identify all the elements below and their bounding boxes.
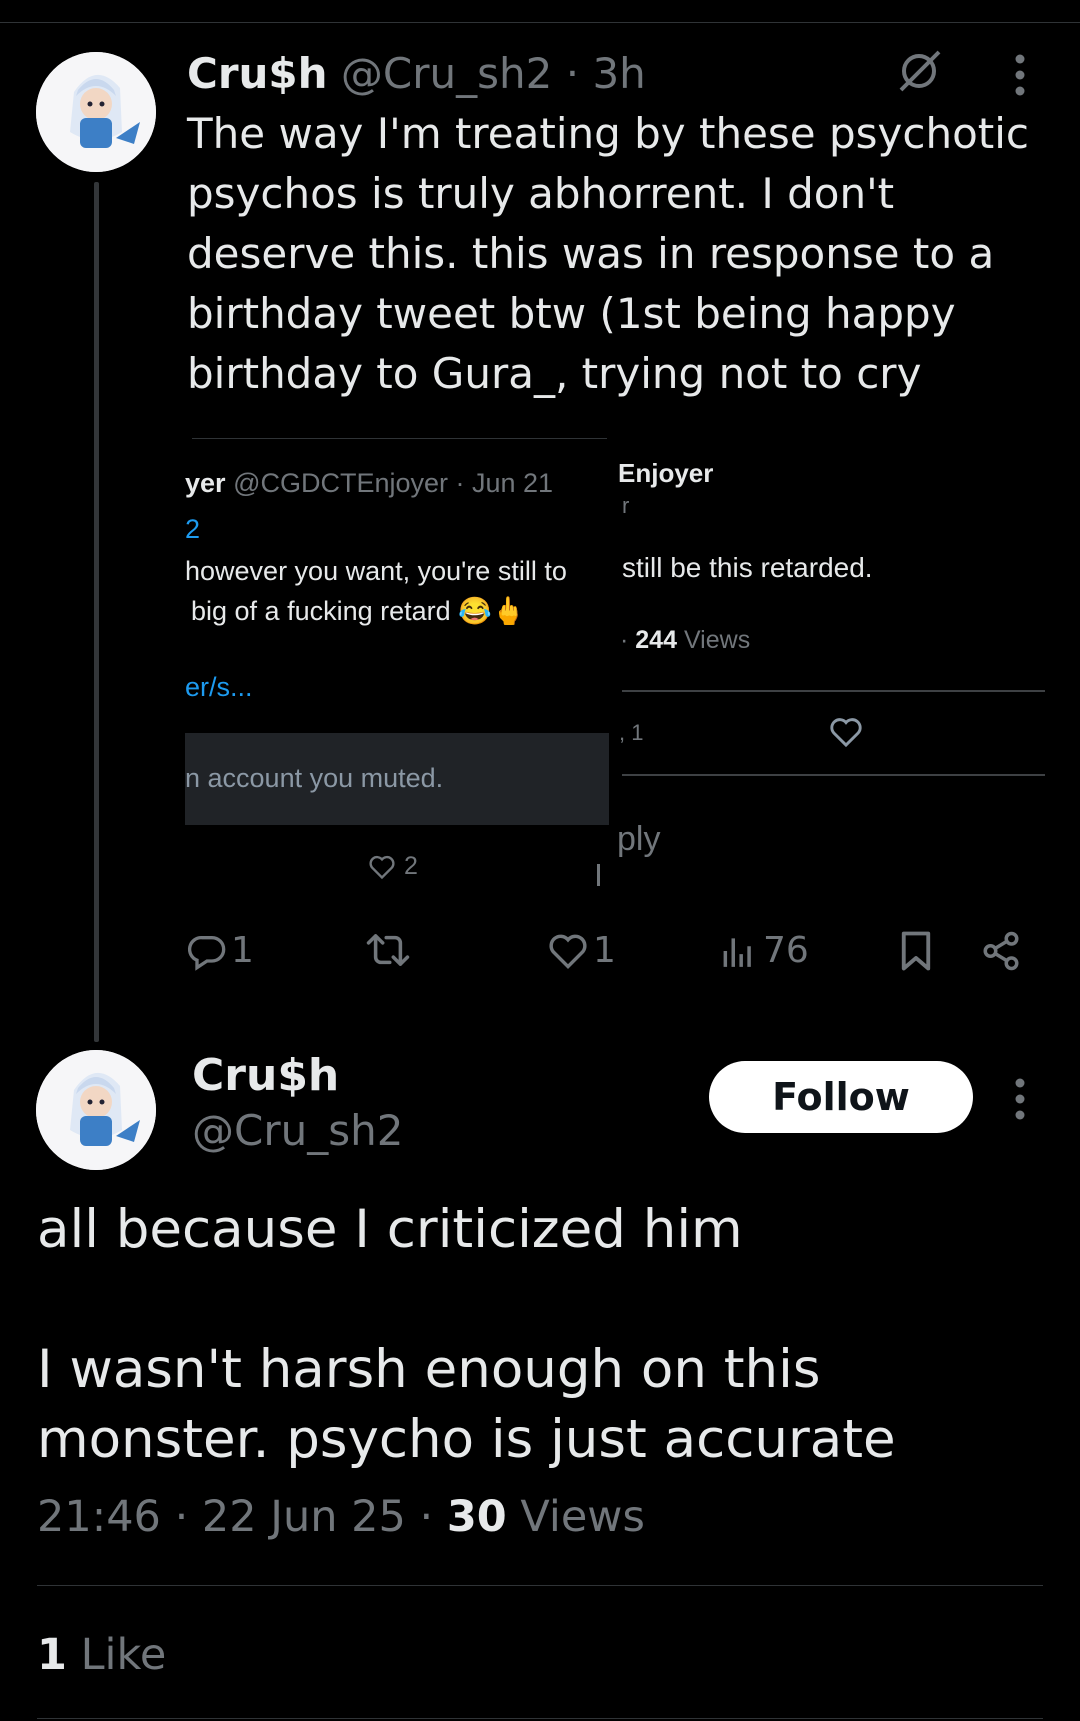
top-divider <box>0 22 1080 23</box>
embedded-name-right: Enjoyer <box>618 458 714 488</box>
divider <box>37 1718 1043 1719</box>
embedded-divider-1 <box>622 690 1045 692</box>
avatar-image <box>36 52 156 172</box>
avatar[interactable] <box>36 1050 156 1170</box>
tweet-actions: 1 1 76 <box>187 930 1047 990</box>
views-count-right: 244 <box>635 626 677 654</box>
views-count: 30 <box>446 1492 507 1542</box>
tweet-text: The way I'm treating by these psychotic … <box>187 109 1030 398</box>
embedded-like: 2 <box>368 852 418 881</box>
embedded-divider-2 <box>622 774 1045 776</box>
views-button[interactable]: 76 <box>719 930 809 971</box>
embedded-text-right: still be this retarded. <box>622 552 873 583</box>
more-options-icon[interactable] <box>1000 1074 1040 1124</box>
embedded-link: er/s... <box>185 672 253 702</box>
author-name[interactable]: Cru$h <box>192 1050 339 1101</box>
like-button[interactable]: 1 <box>547 930 616 971</box>
image-divider <box>192 438 607 439</box>
embedded-name: yer <box>185 468 226 498</box>
embedded-reply-count-right: , 1 <box>619 720 644 745</box>
reply-count: 1 <box>231 930 254 971</box>
grok-icon[interactable] <box>895 46 945 96</box>
author-handle[interactable]: @Cru_sh2 <box>192 1106 403 1155</box>
embedded-reply-to: 2 <box>185 514 201 544</box>
like-label: Like <box>80 1630 167 1680</box>
embedded-tweet-header: yer @CGDCTEnjoyer · Jun 21 <box>185 468 553 499</box>
attached-image[interactable]: yer @CGDCTEnjoyer · Jun 21 2 however you… <box>185 438 1045 888</box>
thread-line <box>94 182 99 1042</box>
tweet-timestamp: 21:46 · 22 Jun 25 · 30 Views <box>37 1492 645 1542</box>
reply-button[interactable]: 1 <box>187 930 254 971</box>
views-prefix: · <box>620 626 629 654</box>
bookmark-button[interactable] <box>898 930 934 972</box>
more-options-icon[interactable] <box>1000 50 1040 100</box>
heart-icon <box>828 716 864 753</box>
muted-notice-box: n account you muted. <box>185 733 609 825</box>
embedded-like-count: 2 <box>404 852 418 880</box>
tweet-text: all because I criticized him I wasn't ha… <box>37 1199 896 1470</box>
like-count: 1 <box>593 930 616 971</box>
muted-notice: n account you muted. <box>185 763 444 793</box>
embedded-text-line-2: big of a fucking retard 😂🖕 <box>191 596 526 626</box>
embedded-views-right: · 244 Views <box>620 626 750 655</box>
repost-icon <box>366 934 410 966</box>
separator-dot: · <box>565 49 580 98</box>
views-icon-fragment <box>597 864 600 886</box>
views-label: Views <box>520 1492 645 1542</box>
heart-icon <box>549 934 587 969</box>
views-count: 76 <box>763 930 809 971</box>
tweet-header: Cru$h @Cru_sh2 · 3h <box>187 44 646 104</box>
time-date[interactable]: 21:46 · 22 Jun 25 · <box>37 1492 447 1542</box>
share-button[interactable] <box>980 930 1022 972</box>
author-name[interactable]: Cru$h <box>187 49 328 98</box>
bookmark-icon <box>901 931 931 971</box>
embedded-handle-date: @CGDCTEnjoyer · Jun 21 <box>233 468 554 498</box>
likes-summary[interactable]: 1 Like <box>37 1630 166 1680</box>
repost-button[interactable] <box>365 930 411 970</box>
embedded-handle-right: r <box>622 493 630 518</box>
author-handle[interactable]: @Cru_sh2 <box>341 49 552 98</box>
share-icon <box>983 931 1019 971</box>
divider <box>37 1585 1043 1586</box>
embedded-text-line-1: however you want, you're still to <box>185 556 567 586</box>
views-label-right: Views <box>683 626 751 654</box>
avatar-image <box>36 1050 156 1170</box>
reply-icon <box>187 935 226 971</box>
like-count: 1 <box>37 1630 67 1680</box>
embedded-reply-prompt: ply <box>617 820 661 858</box>
heart-icon <box>369 855 395 879</box>
tweet-time[interactable]: 3h <box>592 49 645 98</box>
avatar[interactable] <box>36 52 156 172</box>
follow-button[interactable]: Follow <box>709 1061 973 1133</box>
analytics-icon <box>723 937 751 967</box>
